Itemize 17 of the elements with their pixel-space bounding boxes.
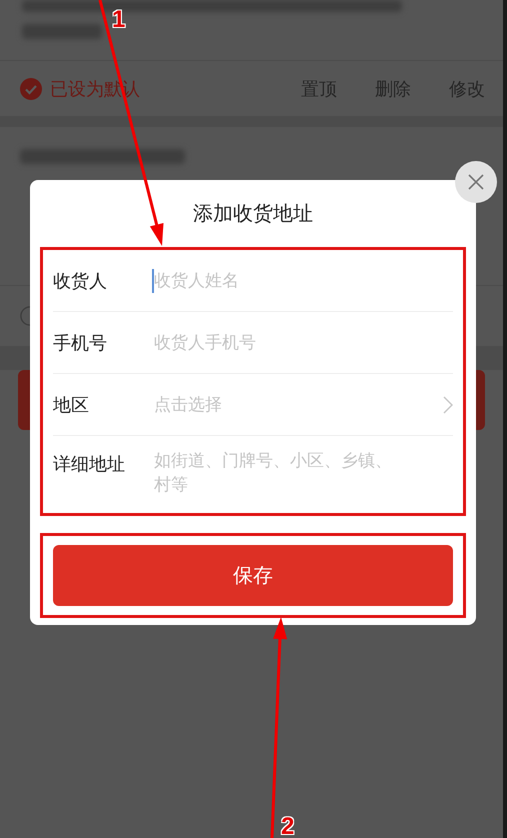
chevron-icon: [443, 396, 453, 414]
region-select[interactable]: 点击选择: [152, 390, 453, 420]
dialog-title: 添加收货地址: [192, 200, 314, 227]
input-field[interactable]: 收货人手机号: [152, 330, 453, 354]
step-number: 1: [112, 8, 126, 32]
field-label: 手机号: [53, 332, 108, 354]
close-icon: [468, 174, 484, 190]
close-button[interactable]: [455, 161, 497, 203]
field-label: 地区: [53, 394, 90, 416]
step-number: 2: [281, 815, 294, 838]
default-label: 已设为默认: [50, 78, 140, 100]
save-button[interactable]: 保存: [53, 545, 453, 606]
field-label: 详细地址: [53, 453, 126, 476]
field-label: 收货人: [53, 270, 108, 292]
input-field[interactable]: 收货人姓名: [152, 268, 453, 292]
check-icon[interactable]: [20, 78, 42, 100]
input-field[interactable]: 如街道、门牌号、小区、乡镇、村等: [152, 449, 404, 499]
